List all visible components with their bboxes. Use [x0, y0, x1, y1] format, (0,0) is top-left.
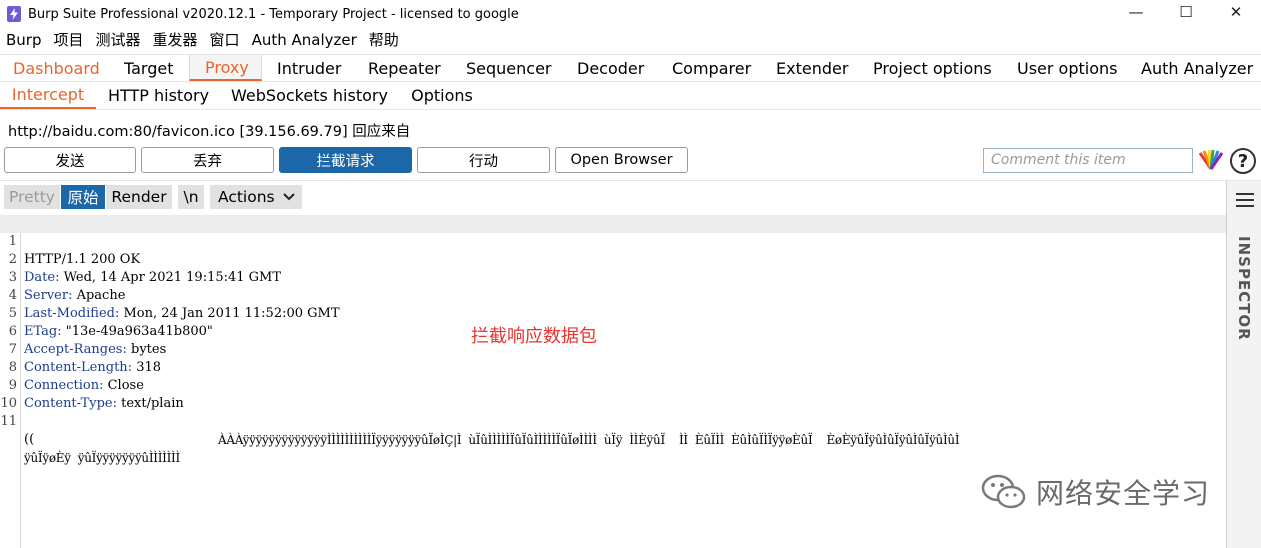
- watermark-text: 网络安全学习: [1036, 477, 1211, 510]
- subtab-options[interactable]: Options: [398, 82, 486, 109]
- minimize-button[interactable]: —: [1111, 0, 1161, 24]
- menu-project[interactable]: 项目: [48, 28, 90, 53]
- toolbar-divider: [0, 180, 1261, 181]
- tab-extender[interactable]: Extender: [763, 55, 860, 81]
- editor-line: 2 Date: Wed, 14 Apr 2021 19:15:41 GMT: [0, 233, 1226, 285]
- subtab-websockets-history[interactable]: WebSockets history: [221, 82, 398, 109]
- raw-button[interactable]: 原始: [61, 185, 105, 209]
- inspector-menu-icon[interactable]: [1236, 193, 1254, 211]
- title-bar: Burp Suite Professional v2020.12.1 - Tem…: [0, 0, 1261, 28]
- tab-intruder[interactable]: Intruder: [262, 55, 354, 81]
- menu-intruder[interactable]: 测试器: [90, 28, 147, 53]
- open-browser-button[interactable]: Open Browser: [555, 147, 688, 173]
- highlight-color-icon[interactable]: [1198, 149, 1224, 171]
- menu-bar: Burp 项目 测试器 重发器 窗口 Auth Analyzer 帮助: [0, 28, 1261, 53]
- tab-auth-analyzer[interactable]: Auth Analyzer: [1129, 55, 1258, 81]
- watermark: 网络安全学习: [980, 472, 1210, 512]
- render-button[interactable]: Render: [106, 185, 172, 209]
- inspector-panel[interactable]: INSPECTOR: [1226, 181, 1261, 548]
- menu-repeater[interactable]: 重发器: [147, 28, 204, 53]
- action-button[interactable]: 行动: [417, 147, 550, 173]
- tab-decoder[interactable]: Decoder: [564, 55, 659, 81]
- annotation-text: 拦截响应数据包: [471, 326, 597, 347]
- editor-line: 8 Connection: Close: [0, 341, 1226, 393]
- forward-button[interactable]: 发送: [4, 147, 136, 173]
- comment-input[interactable]: Comment this item: [983, 148, 1193, 173]
- window-title: Burp Suite Professional v2020.12.1 - Tem…: [28, 6, 519, 22]
- newline-toggle-button[interactable]: \n: [178, 185, 204, 209]
- editor-line: 4 Last-Modified: Mon, 24 Jan 2011 11:52:…: [0, 269, 1226, 321]
- tab-dashboard[interactable]: Dashboard: [0, 55, 106, 81]
- intercept-toggle-button[interactable]: 拦截请求: [279, 147, 412, 173]
- help-icon[interactable]: ?: [1230, 148, 1256, 174]
- drop-button[interactable]: 丢弃: [141, 147, 274, 173]
- inspector-label[interactable]: INSPECTOR: [1235, 236, 1253, 341]
- burp-logo-icon: [7, 6, 21, 22]
- editor-wrapped-line: ÀÀÀÿÿÿÿÿÿÿÿÿÿÿÿÿÌÌÌÌÌÌÌÌÌÌÏÿÿÿÿÿÿÿûÏøÌÇ|…: [0, 413, 1226, 447]
- maximize-button[interactable]: ☐: [1161, 0, 1211, 24]
- main-tab-bar: Dashboard Target Proxy Intruder Repeater…: [0, 54, 1261, 82]
- editor-wrapped-line: ÿûÏÿøÈÿ ÿûÏÿÿÿÿÿÿÿûÌÌÌÌÌÌÌ: [0, 431, 1226, 465]
- editor-line: 6 Accept-Ranges: bytes: [0, 305, 1226, 357]
- pretty-button[interactable]: Pretty: [4, 185, 60, 209]
- tab-sequencer[interactable]: Sequencer: [453, 55, 564, 81]
- actions-dropdown[interactable]: Actions: [210, 185, 302, 209]
- tab-target[interactable]: Target: [106, 55, 189, 81]
- editor-line: 7 Content-Length: 318: [0, 323, 1226, 375]
- menu-window[interactable]: 窗口: [204, 28, 246, 53]
- tab-repeater[interactable]: Repeater: [354, 55, 453, 81]
- wechat-icon: [980, 472, 1028, 512]
- editor-line: 1 HTTP/1.1 200 OK: [0, 215, 1226, 267]
- menu-auth-analyzer[interactable]: Auth Analyzer: [246, 28, 363, 53]
- editor-line: 10: [0, 377, 1226, 411]
- close-button[interactable]: ✕: [1211, 0, 1261, 24]
- menu-burp[interactable]: Burp: [0, 28, 48, 53]
- subtab-intercept[interactable]: Intercept: [0, 82, 96, 109]
- tab-project-options[interactable]: Project options: [860, 55, 1004, 81]
- proxy-sub-tab-bar: Intercept HTTP history WebSockets histor…: [0, 82, 1261, 110]
- tab-proxy[interactable]: Proxy: [189, 55, 262, 81]
- tab-user-options[interactable]: User options: [1004, 55, 1129, 81]
- editor-line: 5 ETag: "13e-49a963a41b800": [0, 287, 1226, 339]
- editor-line: 9 Content-Type: text/plain: [0, 359, 1226, 411]
- editor-line: 3 Server: Apache: [0, 251, 1226, 303]
- intercept-target-info: http://baidu.com:80/favicon.ico [39.156.…: [8, 124, 411, 140]
- subtab-http-history[interactable]: HTTP history: [96, 82, 221, 109]
- editor-line: 11 ((: [0, 395, 1226, 447]
- tab-comparer[interactable]: Comparer: [659, 55, 763, 81]
- menu-help[interactable]: 帮助: [363, 28, 405, 53]
- body-binary-content: ÿûÏÿøÈÿ ÿûÏÿÿÿÿÿÿÿûÌÌÌÌÌÌÌ: [24, 451, 180, 465]
- chevron-down-icon: [282, 193, 295, 201]
- actions-label: Actions: [218, 188, 275, 206]
